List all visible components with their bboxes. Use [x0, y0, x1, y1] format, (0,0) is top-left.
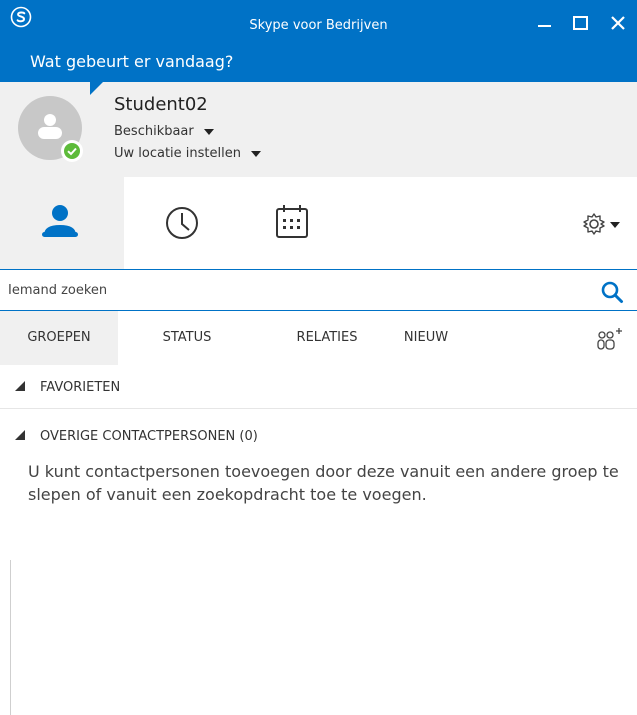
contact-view-tabs: GROEPEN STATUS RELATIES NIEUW	[0, 311, 637, 365]
chevron-down-icon	[250, 150, 261, 157]
tab-groups[interactable]: GROEPEN	[0, 311, 118, 365]
calendar-icon	[276, 205, 308, 238]
maximize-icon[interactable]	[566, 8, 596, 38]
group-label: FAVORIETEN	[40, 380, 121, 395]
clock-icon	[166, 207, 198, 239]
status-dropdown[interactable]: Beschikbaar	[114, 124, 214, 139]
group-label: OVERIGE CONTACTPERSONEN (0)	[40, 429, 258, 444]
whats-happening-banner[interactable]: Wat gebeurt er vandaag?	[30, 52, 233, 71]
status-label: Beschikbaar	[114, 124, 194, 139]
banner-pointer	[90, 81, 104, 95]
empty-group-message: U kunt contactpersonen toevoegen door de…	[28, 462, 619, 504]
options-button[interactable]	[578, 207, 633, 241]
tab-new[interactable]: NIEUW	[396, 311, 456, 365]
tab-status[interactable]: STATUS	[150, 311, 224, 365]
user-name[interactable]: Student02	[114, 94, 208, 115]
collapse-triangle-icon	[15, 430, 25, 440]
title-bar: Skype voor Bedrijven Wat gebeurt er vand…	[0, 0, 637, 82]
gear-icon	[583, 213, 620, 235]
tab-contacts[interactable]	[0, 177, 124, 269]
minimize-icon[interactable]	[530, 8, 560, 38]
person-icon	[42, 205, 78, 237]
profile-panel: Student02 Beschikbaar Uw locatie instell…	[0, 81, 637, 177]
window-edge	[10, 560, 11, 715]
add-contact-icon[interactable]	[596, 327, 624, 351]
chevron-down-icon	[610, 222, 620, 228]
presence-available-icon	[61, 140, 83, 162]
collapse-triangle-icon	[15, 381, 25, 391]
search-input[interactable]	[8, 278, 578, 302]
location-dropdown[interactable]: Uw locatie instellen	[114, 146, 261, 161]
search-bar	[0, 269, 637, 311]
search-icon[interactable]	[600, 280, 624, 304]
location-label: Uw locatie instellen	[114, 146, 241, 161]
group-other-contacts[interactable]: OVERIGE CONTACTPERSONEN (0)	[0, 414, 637, 458]
chevron-down-icon	[203, 128, 214, 135]
tab-relations[interactable]: RELATIES	[282, 311, 372, 365]
tab-meetings[interactable]	[250, 177, 340, 269]
close-icon[interactable]	[603, 8, 633, 38]
group-favorites[interactable]: FAVORIETEN	[0, 365, 637, 409]
tab-conversations[interactable]	[140, 177, 240, 269]
main-tabs	[0, 177, 637, 269]
